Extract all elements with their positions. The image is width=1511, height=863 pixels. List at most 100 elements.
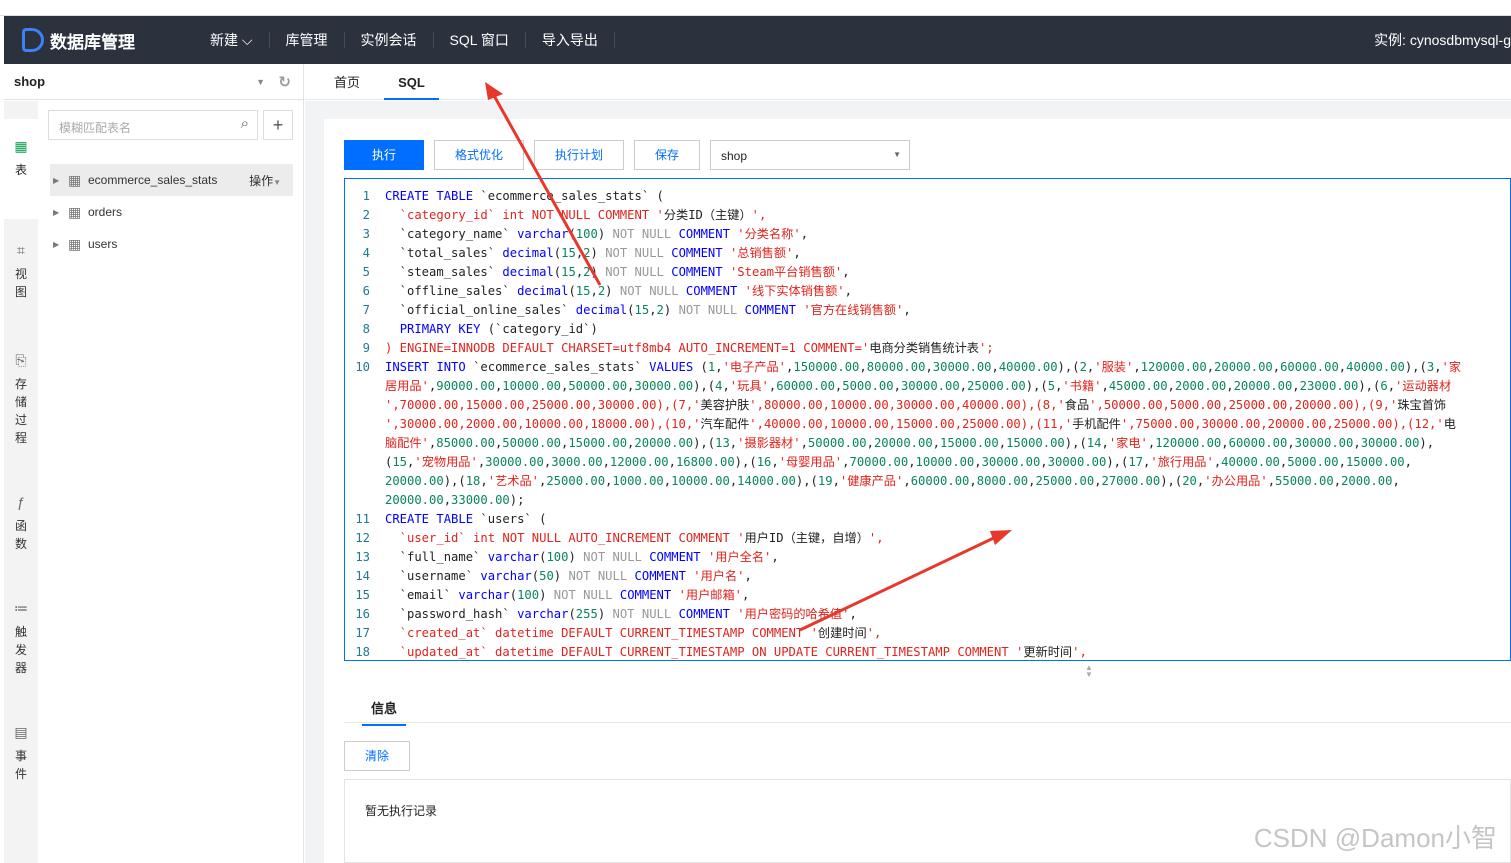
save-button[interactable]: 保存 — [634, 140, 700, 170]
line-number — [345, 472, 385, 491]
code-text: CREATE TABLE `users` ( — [385, 512, 547, 526]
table-icon: ▦ — [68, 235, 82, 252]
browser-url-bar[interactable] — [0, 0, 1511, 16]
code-text: `user_id` int NOT NULL AUTO_INCREMENT CO… — [385, 531, 884, 545]
code-line: 13 `full_name` varchar(100) NOT NULL COM… — [345, 548, 1510, 567]
code-line: 4 `total_sales` decimal(15,2) NOT NULL C… — [345, 244, 1510, 263]
code-line: 6 `offline_sales` decimal(15,2) NOT NULL… — [345, 282, 1510, 301]
code-line: 15 `email` varchar(100) NOT NULL COMMENT… — [345, 586, 1510, 605]
code-line: 10 INSERT INTO `ecommerce_sales_stats` VA… — [345, 358, 1510, 377]
tab-sql[interactable]: SQL — [384, 64, 439, 100]
line-number: 6 — [362, 284, 370, 298]
logo[interactable]: 数据库管理 — [22, 28, 194, 53]
line-number: 5 — [362, 265, 370, 279]
table-icon: ▦ — [68, 203, 82, 220]
nav-import-export[interactable]: 导入导出 — [526, 32, 615, 48]
code-text: 脑配件',85000.00,50000.00,15000.00,20000.00… — [385, 436, 1435, 450]
code-text: 20000.00),(18,'艺术品',25000.00,1000.00,100… — [385, 474, 1400, 488]
nav-sql-window[interactable]: SQL 窗口 — [434, 32, 526, 48]
format-button[interactable]: 格式优化 — [434, 140, 524, 170]
code-text: ) ENGINE=INNODB DEFAULT CHARSET=utf8mb4 … — [385, 341, 994, 355]
expand-arrow-icon[interactable]: ▶ — [50, 240, 68, 249]
search-icon[interactable]: ⌕ — [241, 115, 249, 132]
code-line: ',30000.00,2000.00,10000.00,18000.00),(1… — [345, 415, 1510, 434]
execute-button[interactable]: 执行 — [344, 140, 424, 170]
table-name: users — [88, 237, 118, 251]
plus-icon: + — [272, 115, 284, 135]
tab-info[interactable]: 信息 — [362, 698, 406, 726]
object-type-rail: ▦ 表 ⌗ 视图 ⎘ 存储过程 ƒ 函数 ≔ 触发器 ▤ 事件 — [4, 101, 38, 863]
rail-label: 存储过程 — [14, 377, 27, 445]
view-icon: ⌗ — [17, 242, 25, 258]
code-line: 12 `user_id` int NOT NULL AUTO_INCREMENT… — [345, 529, 1510, 548]
nav-sessions[interactable]: 实例会话 — [345, 32, 434, 48]
line-number: 1 — [362, 189, 370, 203]
code-text: (15,'宠物用品',30000.00,3000.00,12000.00,168… — [385, 455, 1412, 469]
line-number: 16 — [355, 607, 370, 621]
line-number — [345, 377, 385, 396]
code-text: ',30000.00,2000.00,10000.00,18000.00),(1… — [385, 417, 1456, 431]
line-number: 12 — [355, 531, 370, 545]
code-line: 16 `password_hash` varchar(255) NOT NULL… — [345, 605, 1510, 624]
sidebar: shop ▼ ↻ ▦ 表 ⌗ 视图 ⎘ 存储过程 ƒ 函数 ≔ 触发器 ▤ 事件 模糊匹配表名 ⌕… — [4, 64, 304, 863]
code-text: CREATE TABLE `ecommerce_sales_stats` ( — [385, 189, 664, 203]
nav-label: 新建 — [210, 32, 238, 48]
rail-views[interactable]: ⌗ 视图 — [13, 241, 29, 301]
add-table-button[interactable]: + — [263, 110, 293, 140]
line-number: 7 — [362, 303, 370, 317]
tree-item-table[interactable]: ▶ ▦ users — [50, 228, 293, 260]
code-line: (15,'宠物用品',30000.00,3000.00,12000.00,168… — [345, 453, 1510, 472]
line-number: 4 — [362, 246, 370, 260]
code-text: `category_name` varchar(100) NOT NULL CO… — [385, 227, 809, 241]
rail-procedures[interactable]: ⎘ 存储过程 — [13, 351, 29, 447]
refresh-icon[interactable]: ↻ — [278, 73, 291, 91]
code-line: 20000.00,33000.00); — [345, 491, 1510, 510]
line-number: 8 — [362, 322, 370, 336]
logo-text: 数据库管理 — [50, 32, 135, 52]
table-search-input[interactable]: 模糊匹配表名 ⌕ — [48, 110, 258, 140]
function-icon: ƒ — [17, 494, 25, 510]
sql-editor[interactable]: 1 CREATE TABLE `ecommerce_sales_stats` ( 2… — [344, 178, 1511, 661]
caret-down-icon: ▼ — [893, 150, 901, 159]
empty-log-text: 暂无执行记录 — [365, 804, 438, 818]
editor-database-select[interactable]: shop ▼ — [710, 140, 910, 170]
table-ops-menu[interactable]: 操作▼ — [249, 172, 281, 189]
rail-triggers[interactable]: ≔ 触发器 — [13, 599, 29, 677]
table-name: ecommerce_sales_stats — [88, 173, 218, 187]
line-number: 10 — [355, 360, 370, 374]
database-select[interactable]: shop ▼ ↻ — [4, 64, 303, 100]
procedure-icon: ⎘ — [15, 352, 27, 368]
rail-functions[interactable]: ƒ 函数 — [13, 493, 29, 553]
top-nav: 数据库管理 新建 ⌵ 库管理 实例会话 SQL 窗口 导入导出 实例: cyno… — [4, 16, 1511, 64]
rail-tables[interactable]: ▦ 表 — [4, 119, 38, 219]
expand-arrow-icon[interactable]: ▶ — [50, 208, 68, 217]
explain-plan-button[interactable]: 执行计划 — [534, 140, 624, 170]
code-text: `offline_sales` decimal(15,2) NOT NULL C… — [385, 284, 852, 298]
code-line: 9) ENGINE=INNODB DEFAULT CHARSET=utf8mb4… — [345, 339, 1510, 358]
code-text: `created_at` datetime DEFAULT CURRENT_TI… — [385, 626, 882, 640]
line-number — [345, 434, 385, 453]
resize-handle[interactable]: ▲ ▼ — [1085, 664, 1093, 679]
line-number: 15 — [355, 588, 370, 602]
chevron-down-icon: ⌵ — [241, 32, 253, 48]
rail-events[interactable]: ▤ 事件 — [13, 723, 29, 783]
rail-label: 表 — [14, 163, 27, 177]
tree-item-table[interactable]: ▶ ▦ orders — [50, 196, 293, 228]
nav-db-manage[interactable]: 库管理 — [270, 32, 345, 48]
selected-database: shop — [721, 149, 748, 163]
line-number — [345, 453, 385, 472]
code-line: 2 `category_id` int NOT NULL COMMENT '分类… — [345, 206, 1510, 225]
instance-label: 实例: cynosdbmysql-g — [1374, 32, 1511, 48]
nav-new[interactable]: 新建 ⌵ — [194, 32, 270, 48]
expand-arrow-icon[interactable]: ▶ — [50, 176, 68, 185]
search-placeholder: 模糊匹配表名 — [59, 121, 132, 135]
rail-label: 函数 — [14, 519, 27, 551]
line-number: 3 — [362, 227, 370, 241]
code-line: 18 `updated_at` datetime DEFAULT CURRENT… — [345, 643, 1510, 660]
code-line: 5 `steam_sales` decimal(15,2) NOT NULL C… — [345, 263, 1510, 282]
code-text: `official_online_sales` decimal(15,2) NO… — [385, 303, 911, 317]
tab-home[interactable]: 首页 — [334, 64, 360, 100]
code-line: 8 PRIMARY KEY (`category_id`) — [345, 320, 1510, 339]
tree-item-table[interactable]: ▶ ▦ ecommerce_sales_stats 操作▼ — [50, 164, 293, 196]
clear-button[interactable]: 清除 — [344, 741, 410, 771]
